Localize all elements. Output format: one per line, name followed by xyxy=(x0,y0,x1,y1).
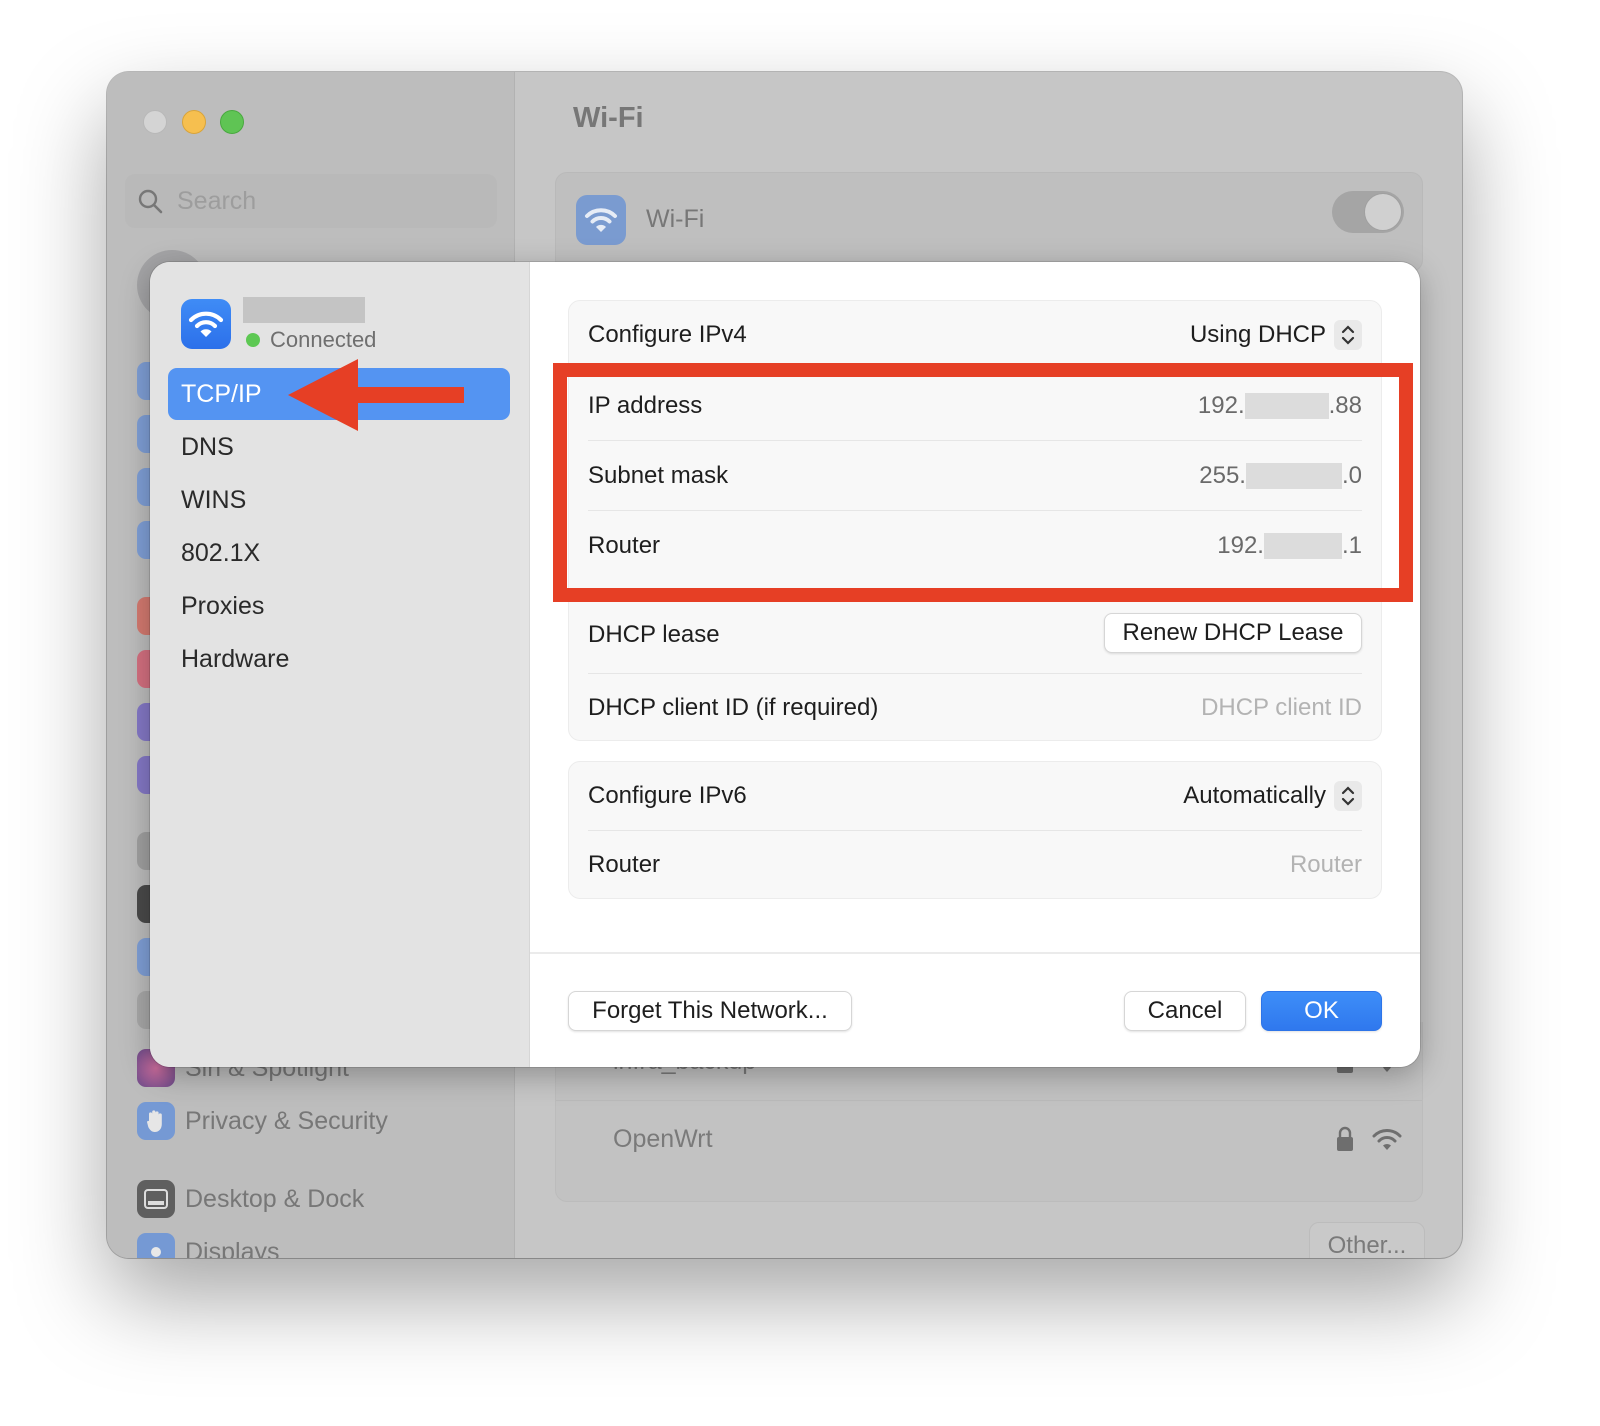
search-icon xyxy=(138,189,163,214)
tab-label: DNS xyxy=(181,432,234,461)
list-item[interactable]: OpenWrt xyxy=(556,1100,1422,1178)
router-prefix: 192. xyxy=(1217,532,1264,559)
tab-label: Proxies xyxy=(181,591,265,620)
wifi-icon xyxy=(576,195,626,245)
ipv6-group: Configure IPv6 Automatically Router Rout… xyxy=(568,761,1382,899)
row-label: Router xyxy=(588,532,661,559)
forget-network-button[interactable]: Forget This Network... xyxy=(568,991,852,1031)
router-value: 192. .1 xyxy=(1217,532,1362,560)
tab-tcpip[interactable]: TCP/IP xyxy=(168,368,510,420)
select-value: Using DHCP xyxy=(1189,321,1326,348)
ipv6-router-input[interactable]: Router xyxy=(1290,851,1362,879)
dhcp-client-id-row: DHCP client ID (if required) DHCP client… xyxy=(588,674,1362,742)
sidebar-item-label: Displays xyxy=(185,1237,280,1259)
page-title: Wi-Fi xyxy=(573,102,644,134)
hand-icon xyxy=(137,1102,175,1140)
wifi-icon xyxy=(181,299,231,349)
sun-icon xyxy=(137,1233,175,1258)
tab-label: TCP/IP xyxy=(181,379,262,408)
footer-divider xyxy=(530,952,1420,954)
network-name: OpenWrt xyxy=(613,1124,713,1153)
dock-icon xyxy=(137,1180,175,1218)
ip-suffix: .88 xyxy=(1328,392,1362,419)
subnet-mask-row: Subnet mask 255. .0 xyxy=(588,441,1362,511)
redacted-block xyxy=(1244,393,1329,419)
details-sidebar: Connected TCP/IP DNS WINS 802.1X Proxies… xyxy=(150,262,530,1067)
zoom-window-button[interactable] xyxy=(220,110,244,134)
tab-label: WINS xyxy=(181,485,247,514)
toggle-knob xyxy=(1364,193,1402,231)
ip-address-value: 192. .88 xyxy=(1198,392,1362,420)
sidebar-item-displays[interactable]: Displays xyxy=(137,1232,279,1258)
cancel-button[interactable]: Cancel xyxy=(1124,991,1246,1031)
subnet-suffix: .0 xyxy=(1341,462,1362,489)
row-label: DHCP lease xyxy=(588,621,720,648)
tab-label: 802.1X xyxy=(181,538,261,567)
wifi-toggle-card: Wi-Fi xyxy=(555,172,1423,272)
other-network-button[interactable]: Other... xyxy=(1309,1222,1425,1258)
lock-icon xyxy=(1337,1126,1353,1151)
renew-dhcp-lease-button[interactable]: Renew DHCP Lease xyxy=(1104,613,1362,653)
subnet-prefix: 255. xyxy=(1199,462,1246,489)
minimize-window-button[interactable] xyxy=(182,110,206,134)
tab-hardware[interactable]: Hardware xyxy=(168,633,510,685)
search-field[interactable] xyxy=(125,174,497,228)
wifi-toggle[interactable] xyxy=(1332,191,1404,233)
row-label: Configure IPv6 xyxy=(588,782,747,809)
tab-dns[interactable]: DNS xyxy=(168,421,510,473)
tab-label: Hardware xyxy=(181,644,290,673)
network-name-redacted xyxy=(243,297,365,323)
status-dot xyxy=(246,333,260,347)
router-suffix: .1 xyxy=(1341,532,1362,559)
sidebar-item-label: Privacy & Security xyxy=(185,1106,388,1135)
wifi-label: Wi-Fi xyxy=(646,205,705,233)
chevron-updown-icon xyxy=(1334,781,1362,811)
select-value: Automatically xyxy=(1183,782,1326,809)
row-label: Configure IPv4 xyxy=(588,321,747,348)
router-row: Router 192. .1 xyxy=(588,511,1362,581)
tab-8021x[interactable]: 802.1X xyxy=(168,527,510,579)
dhcp-client-id-input[interactable]: DHCP client ID xyxy=(1201,694,1362,722)
sidebar-item-label: Desktop & Dock xyxy=(185,1184,365,1213)
tab-proxies[interactable]: Proxies xyxy=(168,580,510,632)
ip-prefix: 192. xyxy=(1197,392,1245,419)
divider xyxy=(588,598,1362,599)
network-details-sheet: Connected TCP/IP DNS WINS 802.1X Proxies… xyxy=(150,262,1420,1067)
close-window-button[interactable] xyxy=(143,110,167,134)
row-label: IP address xyxy=(588,392,703,419)
ipv6-router-row: Router Router xyxy=(588,831,1362,899)
tab-wins[interactable]: WINS xyxy=(168,474,510,526)
ok-button[interactable]: OK xyxy=(1261,991,1382,1031)
redacted-block xyxy=(1245,463,1342,489)
configure-ipv6-select[interactable]: Automatically xyxy=(1183,781,1362,811)
search-input[interactable] xyxy=(177,186,477,216)
tcpip-panel: Configure IPv4 Using DHCP IP address 192… xyxy=(530,262,1420,1067)
sidebar-item-desktop-dock[interactable]: Desktop & Dock xyxy=(137,1179,364,1219)
row-label: Subnet mask xyxy=(588,462,729,489)
wifi-signal-icon xyxy=(1372,1129,1402,1150)
subnet-mask-value: 255. .0 xyxy=(1199,462,1362,490)
ipv4-group: Configure IPv4 Using DHCP IP address 192… xyxy=(568,300,1382,741)
configure-ipv6-row: Configure IPv6 Automatically xyxy=(588,762,1362,830)
configure-ipv4-select[interactable]: Using DHCP xyxy=(1190,320,1362,350)
row-label: DHCP client ID (if required) xyxy=(588,694,879,721)
row-label: Router xyxy=(588,851,661,878)
status-text: Connected xyxy=(270,327,377,352)
ip-address-row: IP address 192. .88 xyxy=(588,371,1362,441)
configure-ipv4-row: Configure IPv4 Using DHCP xyxy=(588,301,1362,369)
chevron-updown-icon xyxy=(1334,320,1362,350)
redacted-block xyxy=(1263,533,1342,559)
connection-status: Connected xyxy=(246,327,376,353)
sidebar-item-privacy-security[interactable]: Privacy & Security xyxy=(137,1101,388,1141)
